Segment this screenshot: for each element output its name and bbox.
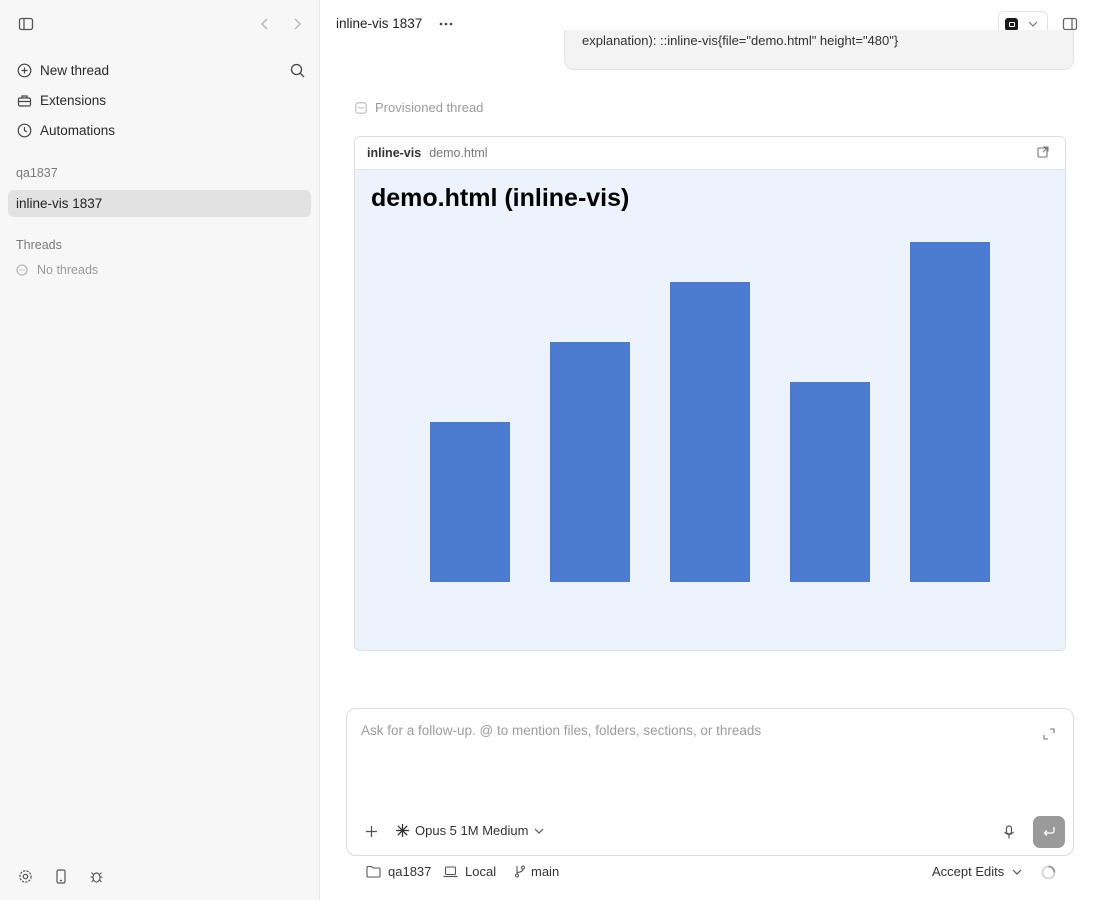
- inline-vis-content: demo.html (inline-vis): [355, 170, 1065, 650]
- more-options-icon[interactable]: [438, 16, 454, 32]
- provisioned-label: Provisioned thread: [375, 100, 484, 115]
- automations-label: Automations: [40, 122, 116, 138]
- accept-edits-dropdown[interactable]: Accept Edits: [932, 864, 1022, 879]
- expand-icon[interactable]: [1041, 726, 1057, 742]
- inline-vis-filename: demo.html: [429, 146, 488, 160]
- new-thread-button[interactable]: New thread: [8, 56, 312, 84]
- footer-environment-label: Local: [465, 864, 497, 879]
- inline-vis-card: inline-vis demo.html demo.html (inline-v…: [354, 136, 1066, 651]
- chevron-down-icon: [1028, 21, 1038, 27]
- back-chevron-icon[interactable]: [256, 14, 274, 34]
- model-name: Opus 5 1M Medium: [415, 823, 529, 838]
- sparkle-icon: [395, 823, 410, 838]
- git-branch-icon: [514, 865, 526, 878]
- bar-chart: [430, 242, 990, 582]
- return-arrow-icon: [1042, 826, 1056, 838]
- folder-icon: [366, 865, 381, 878]
- sidebar: New thread Extensions Automations qa1837…: [0, 0, 320, 900]
- add-attachment-icon[interactable]: [363, 823, 379, 839]
- workspace-label: qa1837: [16, 166, 58, 180]
- footer-folder-label: qa1837: [388, 864, 432, 879]
- search-icon[interactable]: [288, 61, 306, 79]
- bar-2: [550, 342, 630, 582]
- extensions-button[interactable]: Extensions: [8, 86, 312, 114]
- provisioned-status: Provisioned thread: [355, 100, 483, 115]
- bar-5: [910, 242, 990, 582]
- chevron-down-icon: [1012, 869, 1022, 875]
- extensions-label: Extensions: [40, 92, 107, 108]
- chevron-down-icon: [534, 828, 544, 834]
- footer-environment[interactable]: Local: [443, 864, 496, 879]
- thread-status-icon: [355, 101, 367, 114]
- footer-folder[interactable]: qa1837: [366, 864, 431, 879]
- bug-icon[interactable]: [87, 867, 105, 885]
- no-threads-placeholder: No threads: [16, 263, 98, 277]
- accept-edits-label: Accept Edits: [932, 864, 1005, 879]
- sidebar-item-active-thread[interactable]: inline-vis 1837: [8, 190, 311, 217]
- inline-vis-header: inline-vis demo.html: [355, 137, 1065, 170]
- toolbox-icon: [16, 92, 32, 108]
- footer-branch-label: main: [531, 864, 560, 879]
- user-message-text: explanation): ::inline-vis{file="demo.ht…: [582, 33, 899, 48]
- toggle-sidebar-icon[interactable]: [16, 14, 36, 34]
- footer-branch[interactable]: main: [514, 864, 559, 879]
- bar-4: [790, 382, 870, 582]
- app-logo-icon: [1005, 17, 1018, 31]
- bar-3: [670, 282, 750, 582]
- follow-up-input[interactable]: [361, 723, 1021, 783]
- no-threads-label: No threads: [37, 263, 99, 277]
- gear-icon[interactable]: [16, 867, 34, 885]
- external-link-icon[interactable]: [1037, 146, 1049, 161]
- thread-title: inline-vis 1837: [336, 16, 423, 31]
- loading-spinner-icon: [1040, 864, 1056, 880]
- model-selector[interactable]: Opus 5 1M Medium: [395, 823, 544, 838]
- composer: Opus 5 1M Medium: [346, 708, 1074, 856]
- bar-1: [430, 422, 510, 582]
- new-thread-label: New thread: [40, 62, 110, 78]
- threads-section-label: Threads: [16, 238, 62, 252]
- inline-vis-tag: inline-vis: [367, 146, 422, 160]
- automations-button[interactable]: Automations: [8, 116, 312, 144]
- forward-chevron-icon[interactable]: [288, 14, 306, 34]
- clock-icon: [16, 122, 32, 138]
- user-message-bubble: explanation): ::inline-vis{file="demo.ht…: [564, 30, 1074, 70]
- laptop-icon: [443, 865, 458, 878]
- mobile-device-icon[interactable]: [52, 867, 70, 885]
- chat-bubble-icon: [16, 264, 28, 276]
- microphone-icon[interactable]: [1001, 823, 1017, 841]
- send-button[interactable]: [1033, 816, 1065, 848]
- plus-circle-icon: [16, 62, 32, 78]
